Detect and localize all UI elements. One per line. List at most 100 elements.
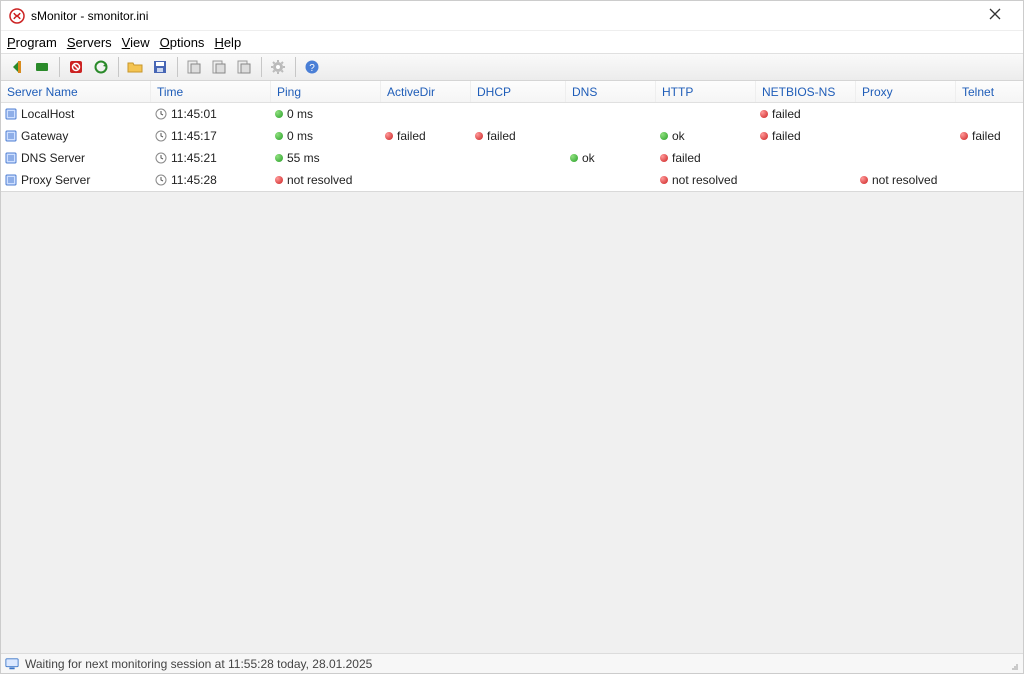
time-cell: 11:45:28 xyxy=(151,173,271,187)
status-cell: failed xyxy=(471,129,566,143)
toolbar-prev-button[interactable] xyxy=(5,56,29,78)
status-dot-icon xyxy=(760,132,768,140)
toolbar-open-button[interactable] xyxy=(123,56,147,78)
col-dns[interactable]: DNS xyxy=(566,81,656,102)
col-http[interactable]: HTTP xyxy=(656,81,756,102)
svg-text:?: ? xyxy=(309,63,315,74)
status-dot-icon xyxy=(275,154,283,162)
status-dot-icon xyxy=(275,176,283,184)
status-cell: ok xyxy=(566,151,656,165)
toolbar-separator xyxy=(177,57,178,77)
time-cell: 11:45:17 xyxy=(151,129,271,143)
toolbar-separator xyxy=(59,57,60,77)
toolbar-refresh-button[interactable] xyxy=(89,56,113,78)
report-icon xyxy=(186,59,202,75)
status-dot-icon xyxy=(275,110,283,118)
time-cell: 11:45:01 xyxy=(151,107,271,121)
time-cell: 11:45:21 xyxy=(151,151,271,165)
col-time[interactable]: Time xyxy=(151,81,271,102)
status-text: 0 ms xyxy=(287,107,313,121)
folder-open-icon xyxy=(127,59,143,75)
status-dot-icon xyxy=(960,132,968,140)
clock-icon xyxy=(155,108,167,120)
toolbar-separator xyxy=(295,57,296,77)
col-server-name[interactable]: Server Name xyxy=(1,81,151,102)
time-value: 11:45:17 xyxy=(171,129,217,143)
status-text: failed xyxy=(672,151,701,165)
close-icon xyxy=(989,8,1001,20)
toolbar-help-button[interactable]: ? xyxy=(300,56,324,78)
menu-bar: Program Servers View Options Help xyxy=(1,31,1023,53)
resize-grip-icon xyxy=(1005,657,1019,671)
server-name: Gateway xyxy=(21,129,68,143)
status-text: failed xyxy=(487,129,516,143)
menu-options[interactable]: Options xyxy=(160,35,205,50)
col-netbios[interactable]: NETBIOS-NS xyxy=(756,81,856,102)
col-telnet[interactable]: Telnet xyxy=(956,81,1024,102)
status-cell: not resolved xyxy=(656,173,756,187)
menu-program[interactable]: Program xyxy=(7,35,57,50)
server-name: DNS Server xyxy=(21,151,85,165)
col-proxy[interactable]: Proxy xyxy=(856,81,956,102)
status-cell: 0 ms xyxy=(271,129,381,143)
server-name-cell: Proxy Server xyxy=(1,173,151,187)
status-cell: not resolved xyxy=(856,173,956,187)
status-text: not resolved xyxy=(872,173,937,187)
menu-help[interactable]: Help xyxy=(214,35,241,50)
server-name-cell: DNS Server xyxy=(1,151,151,165)
gear-icon xyxy=(270,59,286,75)
server-name: Proxy Server xyxy=(21,173,90,187)
window-title: sMonitor - smonitor.ini xyxy=(31,9,975,23)
app-window: sMonitor - smonitor.ini Program Servers … xyxy=(0,0,1024,674)
status-cell: 0 ms xyxy=(271,107,381,121)
toolbar-report-b-button[interactable] xyxy=(207,56,231,78)
clock-icon xyxy=(155,130,167,142)
save-icon xyxy=(152,59,168,75)
toolbar-separator xyxy=(261,57,262,77)
toolbar-separator xyxy=(118,57,119,77)
status-dot-icon xyxy=(660,176,668,184)
status-dot-icon xyxy=(660,154,668,162)
col-activedir[interactable]: ActiveDir xyxy=(381,81,471,102)
status-cell: failed xyxy=(756,107,856,121)
status-text: not resolved xyxy=(287,173,352,187)
status-cell: failed xyxy=(756,129,856,143)
clock-icon xyxy=(155,174,167,186)
table-row[interactable]: Gateway 11:45:17 0 ms failed failed ok failed f… xyxy=(1,125,1023,147)
status-cell: not resolved xyxy=(271,173,381,187)
close-button[interactable] xyxy=(975,7,1015,25)
status-cell: ok xyxy=(656,129,756,143)
status-cell: failed xyxy=(656,151,756,165)
status-dot-icon xyxy=(275,132,283,140)
menu-view[interactable]: View xyxy=(122,35,150,50)
status-bar: Waiting for next monitoring session at 1… xyxy=(1,653,1023,673)
status-text: failed xyxy=(397,129,426,143)
col-ping[interactable]: Ping xyxy=(271,81,381,102)
toolbar-next-button[interactable] xyxy=(30,56,54,78)
table-row[interactable]: Proxy Server 11:45:28 not resolved not reso… xyxy=(1,169,1023,191)
time-value: 11:45:21 xyxy=(171,151,217,165)
server-icon xyxy=(5,174,17,186)
toolbar-report-c-button[interactable] xyxy=(232,56,256,78)
time-value: 11:45:28 xyxy=(171,173,217,187)
toolbar-settings-button[interactable] xyxy=(266,56,290,78)
status-text: failed xyxy=(972,129,1001,143)
toolbar-report-a-button[interactable] xyxy=(182,56,206,78)
status-text: failed xyxy=(772,107,801,121)
status-text: Waiting for next monitoring session at 1… xyxy=(25,657,372,671)
status-text: failed xyxy=(772,129,801,143)
toolbar-stop-button[interactable] xyxy=(64,56,88,78)
monitor-icon xyxy=(5,657,19,671)
report-icon xyxy=(211,59,227,75)
table-row[interactable]: DNS Server 11:45:21 55 ms ok failed xyxy=(1,147,1023,169)
menu-servers[interactable]: Servers xyxy=(67,35,112,50)
status-cell: 55 ms xyxy=(271,151,381,165)
refresh-icon xyxy=(93,59,109,75)
col-dhcp[interactable]: DHCP xyxy=(471,81,566,102)
table-row[interactable]: LocalHost11:45:010 msfailed xyxy=(1,103,1023,125)
toolbar-save-button[interactable] xyxy=(148,56,172,78)
status-text: ok xyxy=(672,129,685,143)
server-icon xyxy=(5,130,17,142)
status-dot-icon xyxy=(570,154,578,162)
status-dot-icon xyxy=(760,110,768,118)
